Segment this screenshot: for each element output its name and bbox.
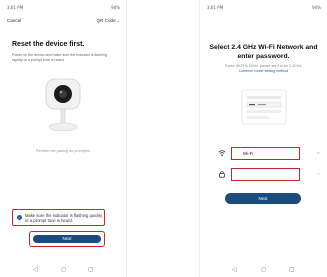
next-button-highlight: Next xyxy=(29,231,105,247)
status-indicators: 94% xyxy=(111,5,120,10)
wifi-setup-screen: 3:01 PM 94% Select 2.4 GHz Wi-Fi Network… xyxy=(199,0,327,277)
perform-pairing-link[interactable]: Perform net pairing as prompted xyxy=(0,149,126,153)
wifi-ssid-row: Wi-Fi ⇄ xyxy=(200,147,327,161)
wifi-ssid-value: Wi-Fi xyxy=(243,151,254,156)
wifi-note: If your Wi-Fi is 5GHz, please set it to … xyxy=(224,64,303,68)
next-button[interactable]: Next xyxy=(225,193,301,204)
show-password-icon[interactable]: •• xyxy=(317,171,320,176)
reset-device-screen: 3:01 PM 94% Cancel QR Code⌄ Reset the de… xyxy=(0,0,127,277)
status-bar: 3:01 PM 94% xyxy=(200,4,327,12)
back-icon[interactable]: ◁ xyxy=(232,266,237,273)
top-nav: Cancel QR Code⌄ xyxy=(0,16,126,26)
recents-icon[interactable]: ▢ xyxy=(88,266,94,273)
pairing-mode-dropdown[interactable]: QR Code⌄ xyxy=(96,18,120,23)
wifi-icon xyxy=(218,150,226,156)
system-nav-bar: ◁ ○ ▢ xyxy=(200,266,327,274)
status-bar: 3:01 PM 94% xyxy=(0,4,126,12)
lock-icon xyxy=(219,171,225,178)
status-indicators: 94% xyxy=(312,5,321,10)
confirm-indicator-checkbox-row[interactable]: ✓ Make sure the indicator is flashing qu… xyxy=(12,209,105,226)
home-icon[interactable]: ○ xyxy=(261,266,266,273)
checkbox-checked-icon[interactable]: ✓ xyxy=(17,215,22,220)
wifi-password-field[interactable] xyxy=(231,168,300,181)
page-title: Select 2.4 GHz Wi-Fi Network and enter p… xyxy=(200,43,327,61)
wifi-password-row: •• xyxy=(200,168,327,182)
pairing-mode-label: QR Code xyxy=(96,18,116,23)
status-time: 3:01 PM xyxy=(207,5,224,10)
router-setting-link[interactable]: Common router setting method xyxy=(200,69,327,73)
next-button[interactable]: Next xyxy=(33,235,101,243)
page-title-line-2: enter password. xyxy=(237,53,290,60)
system-nav-bar: ◁ ○ ▢ xyxy=(0,266,126,274)
page-description: Power on the device and make sure the in… xyxy=(12,53,107,62)
camera-illustration xyxy=(45,78,81,132)
status-time: 3:01 PM xyxy=(7,5,24,10)
switch-network-icon[interactable]: ⇄ xyxy=(317,150,320,155)
confirm-indicator-label: Make sure the indicator is flashing quic… xyxy=(25,213,103,224)
home-icon[interactable]: ○ xyxy=(61,266,66,273)
wifi-ssid-field[interactable]: Wi-Fi xyxy=(231,147,300,160)
chevron-down-icon: ⌄ xyxy=(116,18,120,23)
cancel-button[interactable]: Cancel xyxy=(7,18,21,23)
recents-icon[interactable]: ▢ xyxy=(289,266,295,273)
back-icon[interactable]: ◁ xyxy=(33,266,38,273)
page-title-line-1: Select 2.4 GHz Wi-Fi Network and xyxy=(209,44,318,51)
router-settings-illustration xyxy=(241,89,287,125)
page-title: Reset the device first. xyxy=(12,41,85,48)
